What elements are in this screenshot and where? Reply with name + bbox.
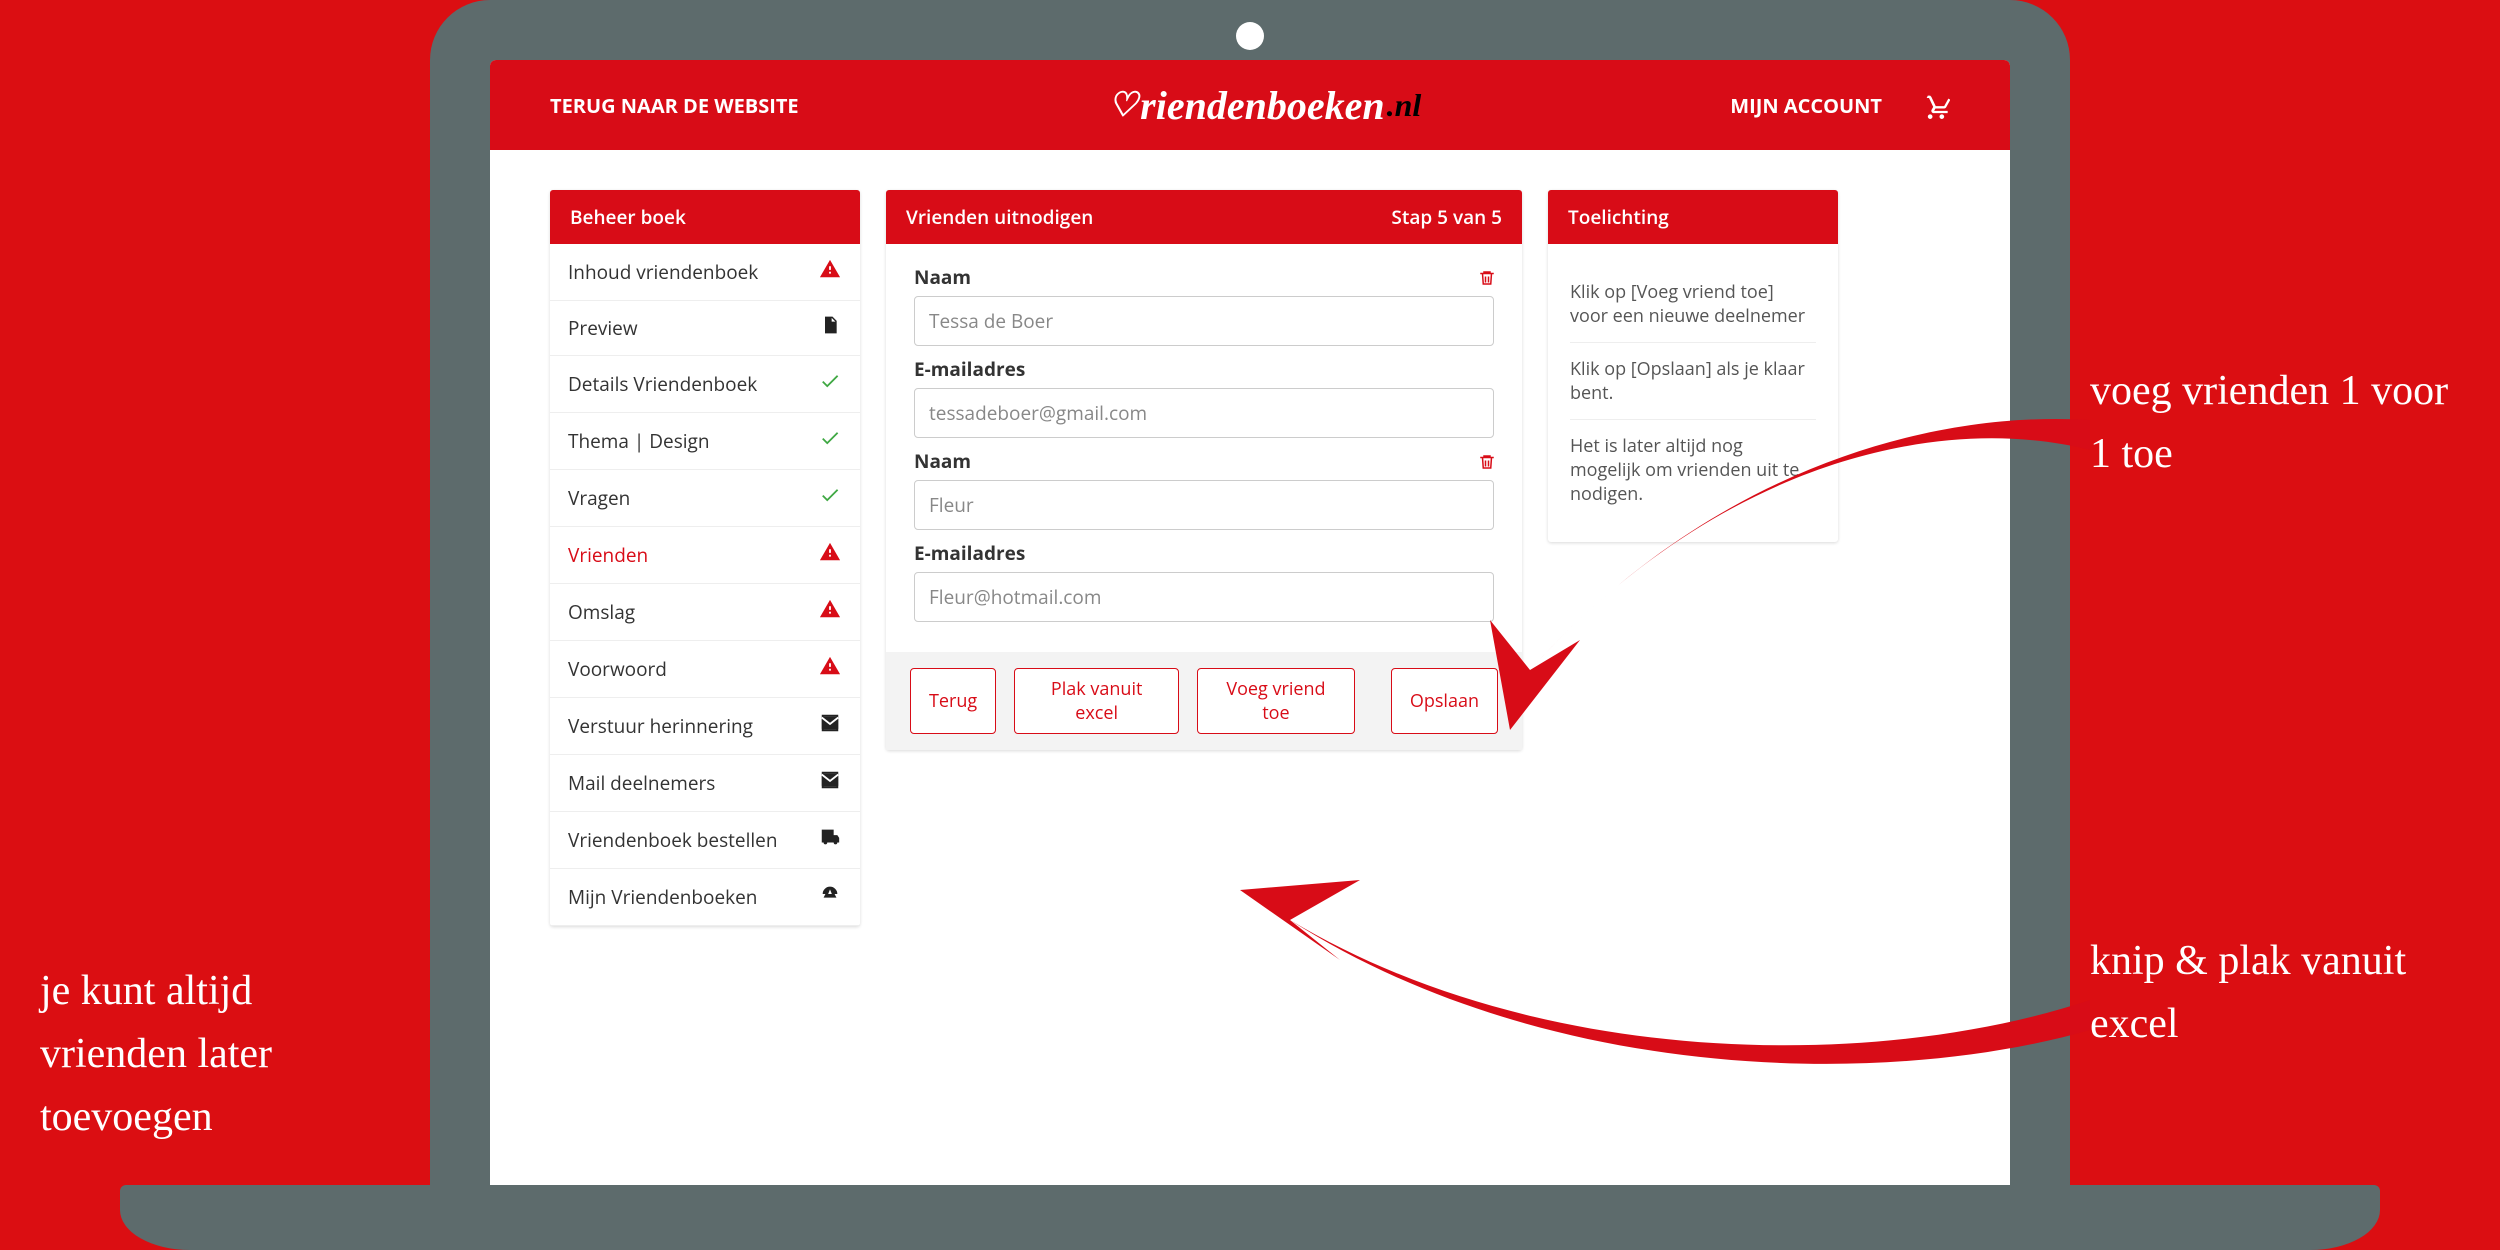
sidebar-item-label: Mijn Vriendenboeken <box>568 884 757 910</box>
sidebar-item-label: Mail deelnemers <box>568 770 715 796</box>
sidebar-item-label: Verstuur herinnering <box>568 713 753 739</box>
sidebar-item-label: Preview <box>568 315 638 341</box>
my-account-link[interactable]: MIJN ACCOUNT <box>1730 92 1882 119</box>
sidebar-item-herinnering[interactable]: Verstuur herinnering <box>550 698 860 755</box>
sidebar-item-label: Vriendenboek bestellen <box>568 827 778 853</box>
main-title: Vrienden uitnodigen <box>906 204 1093 230</box>
main-header: Vrienden uitnodigen Stap 5 van 5 <box>886 190 1522 244</box>
friend-name-input[interactable] <box>914 296 1494 346</box>
step-indicator: Stap 5 van 5 <box>1391 204 1502 230</box>
camera-dot <box>1236 22 1264 50</box>
brand-logo[interactable]: ♡riendenboeken.nl <box>1108 82 1422 129</box>
email-label: E-mailadres <box>914 356 1494 382</box>
back-to-website-link[interactable]: TERUG NAAR DE WEBSITE <box>550 92 799 119</box>
mail-icon <box>818 769 842 797</box>
sidebar-item-vragen[interactable]: Vragen <box>550 470 860 527</box>
sidebar-item-preview[interactable]: Preview <box>550 301 860 356</box>
sidebar-item-voorwoord[interactable]: Voorwoord <box>550 641 860 698</box>
cart-icon[interactable] <box>1922 91 1950 119</box>
warn-icon <box>818 258 842 286</box>
sidebar-item-label: Voorwoord <box>568 656 667 682</box>
top-bar: TERUG NAAR DE WEBSITE ♡riendenboeken.nl … <box>490 60 2010 150</box>
annotation-right-2: knip & plak vanuit excel <box>2090 930 2470 1056</box>
sidebar-item-vrienden[interactable]: Vrienden <box>550 527 860 584</box>
sidebar-item-omslag[interactable]: Omslag <box>550 584 860 641</box>
sidebar-item-details[interactable]: Details Vriendenboek <box>550 356 860 413</box>
annotation-right-1: voeg vrienden 1 voor 1 toe <box>2090 360 2470 486</box>
pdf-icon <box>818 315 842 341</box>
heart-icon: ♡ <box>1108 85 1138 125</box>
sidebar-item-label: Thema | Design <box>568 428 710 454</box>
sidebar-item-bestellen[interactable]: Vriendenboek bestellen <box>550 812 860 869</box>
dash-icon <box>818 883 842 911</box>
sidebar-item-label: Omslag <box>568 599 635 625</box>
delete-friend-icon[interactable] <box>1478 266 1496 293</box>
ok-icon <box>818 484 842 512</box>
sidebar-item-label: Details Vriendenboek <box>568 371 757 397</box>
add-friend-button[interactable]: Voeg vriend toe <box>1197 668 1355 734</box>
help-text-1: Klik op [Voeg vriend toe] voor een nieuw… <box>1570 266 1816 343</box>
sidebar-item-mijn[interactable]: Mijn Vriendenboeken <box>550 869 860 926</box>
back-button[interactable]: Terug <box>910 668 996 734</box>
ship-icon <box>818 826 842 854</box>
sidebar-item-label: Vragen <box>568 485 630 511</box>
warn-icon <box>818 598 842 626</box>
warn-icon <box>818 541 842 569</box>
sidebar-item-mail[interactable]: Mail deelnemers <box>550 755 860 812</box>
laptop-base <box>120 1185 2380 1250</box>
sidebar-panel: Beheer boek Inhoud vriendenboek Preview De… <box>550 190 860 926</box>
sidebar-item-label: Vrienden <box>568 542 648 568</box>
annotation-left: je kunt altijd vrienden later toevoegen <box>40 960 390 1149</box>
help-title: Toelichting <box>1548 190 1838 244</box>
sidebar-title: Beheer boek <box>550 190 860 244</box>
warn-icon <box>818 655 842 683</box>
ok-icon <box>818 427 842 455</box>
arrow-to-add-icon <box>1370 390 2090 810</box>
sidebar-item-thema[interactable]: Thema | Design <box>550 413 860 470</box>
sidebar-item-label: Inhoud vriendenboek <box>568 259 758 285</box>
mail-icon <box>818 712 842 740</box>
arrow-to-paste-icon <box>1180 860 2090 1100</box>
ok-icon <box>818 370 842 398</box>
paste-excel-button[interactable]: Plak vanuit excel <box>1014 668 1179 734</box>
name-label: Naam <box>914 264 1494 290</box>
sidebar-item-inhoud[interactable]: Inhoud vriendenboek <box>550 244 860 301</box>
